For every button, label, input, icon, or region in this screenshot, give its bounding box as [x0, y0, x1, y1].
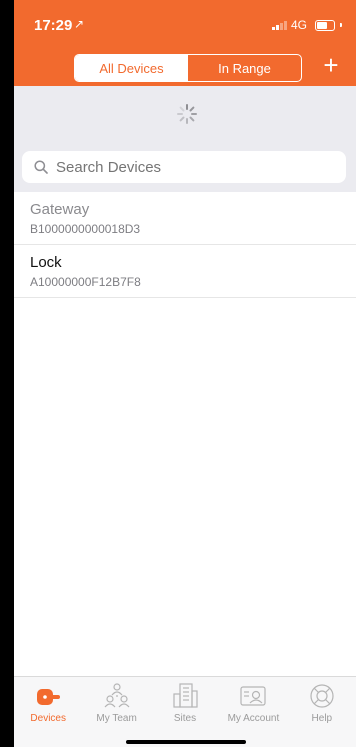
account-icon [240, 686, 267, 706]
tab-bar: Devices My Team Sites My Account Help [14, 676, 356, 747]
network-label: 4G [290, 18, 307, 32]
device-filter-segmented-control: All Devices In Range [74, 54, 302, 82]
header-bar: 17:29 ↗ 4G All Devices In Range + [14, 0, 356, 86]
battery-tip [340, 23, 342, 27]
tab-label: Help [311, 713, 333, 724]
home-indicator [126, 740, 246, 744]
app-screen: 17:29 ↗ 4G All Devices In Range + Search… [14, 0, 356, 747]
location-icon: ↗ [74, 17, 85, 31]
status-indicators: 4G [271, 18, 342, 32]
team-icon [104, 683, 130, 708]
device-list: Gateway B1000000000018D3 Lock A10000000F… [14, 192, 356, 298]
tab-devices[interactable]: Devices [14, 677, 82, 747]
device-id: A10000000F12B7F8 [30, 274, 141, 289]
device-id: B1000000000018D3 [30, 221, 141, 236]
battery-icon [315, 19, 335, 31]
status-time: 17:29 [34, 17, 73, 34]
search-icon [34, 160, 48, 174]
sites-icon [173, 683, 198, 708]
list-item-lock[interactable]: Lock A10000000F12B7F8 [14, 245, 356, 298]
search-bar-container [14, 142, 356, 192]
tab-help[interactable]: Help [288, 677, 356, 747]
tab-label: My Team [96, 713, 137, 724]
list-item-gateway[interactable]: Gateway B1000000000018D3 [14, 192, 356, 245]
tab-my-account[interactable]: My Account [219, 677, 287, 747]
signal-icon [271, 20, 287, 30]
tab-label: My Account [227, 713, 280, 724]
device-name: Lock [30, 253, 62, 271]
tab-all-devices[interactable]: All Devices [75, 55, 188, 81]
tab-my-team[interactable]: My Team [82, 677, 150, 747]
device-name: Gateway [30, 200, 90, 218]
tab-sites[interactable]: Sites [151, 677, 219, 747]
help-icon [310, 684, 334, 708]
search-input[interactable] [54, 157, 318, 177]
tab-in-range[interactable]: In Range [188, 55, 301, 81]
pull-to-refresh-area [14, 86, 356, 142]
tab-label: Sites [173, 713, 197, 724]
add-device-button[interactable]: + [318, 50, 344, 80]
search-box[interactable] [22, 151, 346, 183]
devices-icon [37, 689, 61, 705]
loading-spinner-icon [177, 104, 197, 124]
tab-label: Devices [30, 713, 66, 724]
